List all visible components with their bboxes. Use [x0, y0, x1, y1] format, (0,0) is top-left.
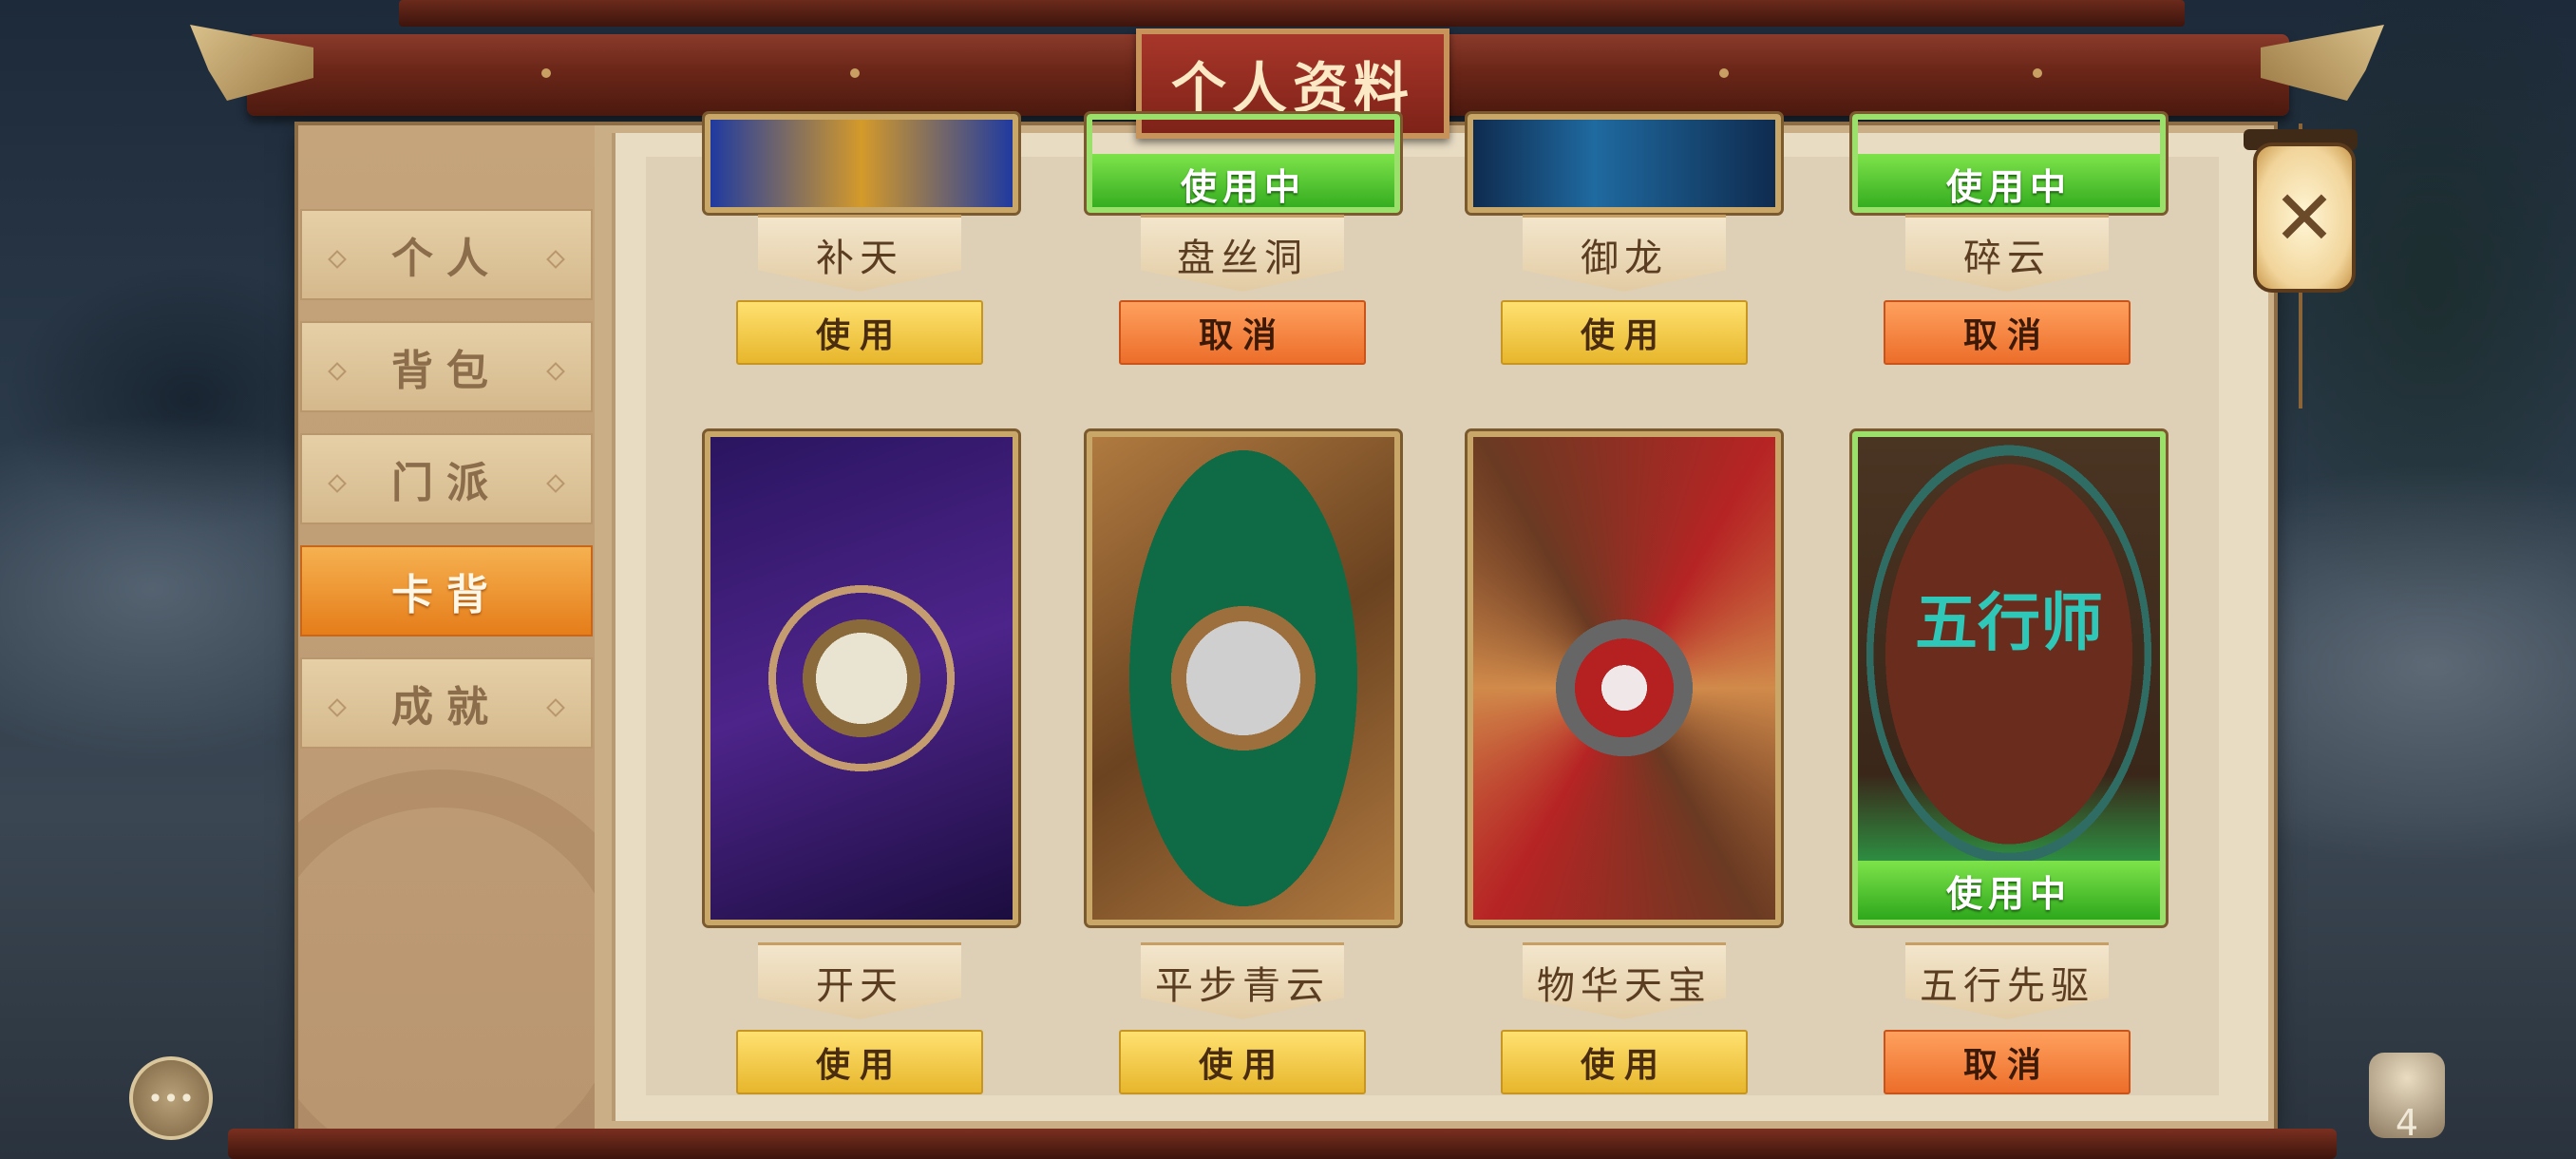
beam-stud [2033, 68, 2042, 78]
close-button[interactable]: ✕ [2253, 142, 2356, 293]
cancel-button[interactable]: 取消 [1119, 300, 1366, 365]
card-back-image[interactable] [702, 111, 1021, 216]
cancel-button[interactable]: 取消 [1884, 300, 2131, 365]
sidebar-item-achievements[interactable]: 成就 [300, 657, 593, 749]
card-back-image[interactable] [702, 428, 1021, 928]
use-button[interactable]: 使用 [1501, 300, 1748, 365]
bottom-beam [228, 1129, 2337, 1159]
sidebar-item-card-back[interactable]: 卡背 [300, 545, 593, 636]
card-back-image[interactable]: 使用中 [1849, 111, 2169, 216]
diamond-icon [328, 362, 347, 381]
sidebar-item-label: 卡背 [391, 571, 502, 619]
card-back-image[interactable] [1084, 428, 1403, 928]
sidebar-item-label: 个人 [391, 235, 502, 283]
sidebar-decoration [298, 770, 595, 1129]
card-art-text: 五行师 [1915, 585, 2103, 659]
in-use-badge: 使用中 [1858, 861, 2160, 920]
diamond-icon [546, 474, 565, 493]
diamond-icon [328, 474, 347, 493]
cancel-button[interactable]: 取消 [1884, 1030, 2131, 1094]
beam-stud [541, 68, 551, 78]
in-use-badge: 使用中 [1858, 154, 2160, 207]
chat-button[interactable]: ••• [129, 1056, 213, 1140]
use-button[interactable]: 使用 [1119, 1030, 1366, 1094]
sidebar-item-sect[interactable]: 门派 [300, 433, 593, 524]
bag-count: 4 [2395, 1102, 2419, 1144]
diamond-icon [546, 698, 565, 717]
top-beam-thin [399, 0, 2185, 27]
sidebar-item-profile[interactable]: 个人 [300, 209, 593, 300]
card-back-image[interactable]: 五行师 使用中 [1849, 428, 2169, 928]
diamond-icon [546, 362, 565, 381]
diamond-icon [328, 698, 347, 717]
diamond-icon [328, 250, 347, 269]
card-back-image[interactable]: 使用中 [1084, 111, 1403, 216]
sidebar-item-label: 背包 [391, 347, 502, 395]
sidebar-item-label: 门派 [391, 459, 502, 507]
in-use-badge: 使用中 [1092, 154, 1394, 207]
close-icon: ✕ [2272, 173, 2337, 262]
beam-stud [1719, 68, 1729, 78]
diamond-icon [546, 250, 565, 269]
sidebar-item-backpack[interactable]: 背包 [300, 321, 593, 412]
use-button[interactable]: 使用 [736, 300, 983, 365]
card-back-image[interactable] [1465, 428, 1784, 928]
chat-icon: ••• [147, 1082, 195, 1114]
use-button[interactable]: 使用 [736, 1030, 983, 1094]
use-button[interactable]: 使用 [1501, 1030, 1748, 1094]
sidebar-item-label: 成就 [391, 683, 502, 732]
beam-stud [850, 68, 860, 78]
card-back-image[interactable] [1465, 111, 1784, 216]
